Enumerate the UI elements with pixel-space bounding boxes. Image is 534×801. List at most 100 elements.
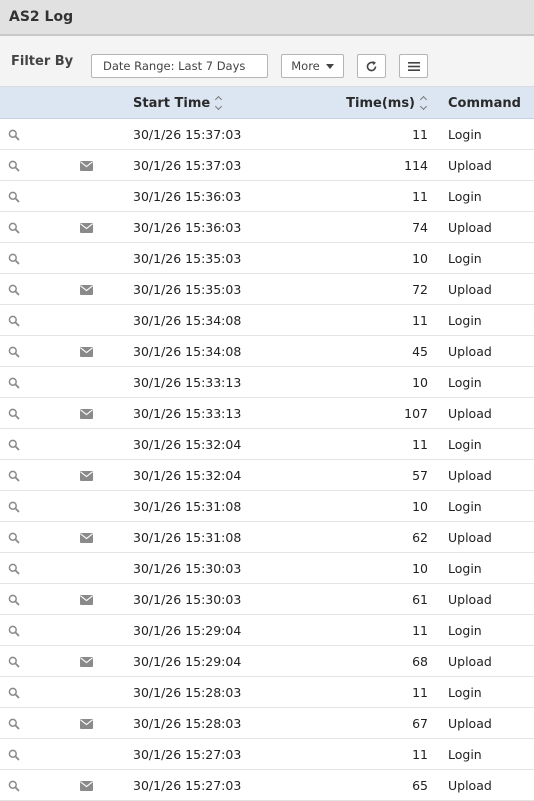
table-row[interactable]: 30/1/26 15:34:08 11 Login — [0, 305, 534, 336]
table-row[interactable]: 30/1/26 15:35:03 10 Login — [0, 243, 534, 274]
start-time-cell: 30/1/26 15:32:04 — [133, 437, 242, 452]
command-header-label: Command — [448, 95, 521, 111]
magnifier-icon[interactable] — [8, 770, 24, 801]
table-row[interactable]: 30/1/26 15:34:08 45 Upload — [0, 336, 534, 367]
column-header-command[interactable]: Command — [448, 87, 521, 119]
time-ms-cell: 74 — [412, 220, 428, 235]
magnifier-icon[interactable] — [8, 739, 24, 770]
table-row[interactable]: 30/1/26 15:32:04 57 Upload — [0, 460, 534, 491]
as2-log-table: Start Time Time(ms) Command 30/1/26 15:3… — [0, 87, 534, 801]
table-row[interactable]: 30/1/26 15:36:03 11 Login — [0, 181, 534, 212]
command-cell: Upload — [448, 344, 492, 359]
time-ms-cell: 65 — [412, 778, 428, 793]
table-row[interactable]: 30/1/26 15:35:03 72 Upload — [0, 274, 534, 305]
time-ms-cell: 11 — [412, 437, 428, 452]
refresh-icon — [365, 60, 378, 73]
magnifier-icon[interactable] — [8, 274, 24, 305]
time-ms-cell: 10 — [412, 561, 428, 576]
magnifier-icon[interactable] — [8, 243, 24, 274]
magnifier-icon[interactable] — [8, 522, 24, 553]
envelope-icon[interactable] — [80, 708, 96, 739]
more-dropdown-button[interactable]: More — [281, 54, 344, 78]
table-row[interactable]: 30/1/26 15:28:03 67 Upload — [0, 708, 534, 739]
time-ms-cell: 68 — [412, 654, 428, 669]
column-header-time-ms[interactable]: Time(ms) — [346, 87, 428, 119]
table-row[interactable]: 30/1/26 15:33:13 107 Upload — [0, 398, 534, 429]
start-time-cell: 30/1/26 15:32:04 — [133, 468, 242, 483]
command-cell: Login — [448, 747, 482, 762]
sort-icon — [419, 95, 428, 111]
magnifier-icon[interactable] — [8, 553, 24, 584]
table-row[interactable]: 30/1/26 15:30:03 61 Upload — [0, 584, 534, 615]
start-time-cell: 30/1/26 15:27:03 — [133, 747, 242, 762]
command-cell: Login — [448, 561, 482, 576]
start-time-cell: 30/1/26 15:33:13 — [133, 375, 242, 390]
envelope-icon[interactable] — [80, 274, 96, 305]
start-time-cell: 30/1/26 15:30:03 — [133, 561, 242, 576]
table-body: 30/1/26 15:37:03 11 Login 30/1/26 15:37:03 1… — [0, 119, 534, 801]
time-ms-cell: 67 — [412, 716, 428, 731]
table-row[interactable]: 30/1/26 15:37:03 114 Upload — [0, 150, 534, 181]
table-row[interactable]: 30/1/26 15:37:03 11 Login — [0, 119, 534, 150]
magnifier-icon[interactable] — [8, 119, 24, 150]
magnifier-icon[interactable] — [8, 367, 24, 398]
table-row[interactable]: 30/1/26 15:31:08 62 Upload — [0, 522, 534, 553]
title-bar: AS2 Log — [0, 0, 534, 36]
start-time-cell: 30/1/26 15:36:03 — [133, 220, 242, 235]
start-time-cell: 30/1/26 15:27:03 — [133, 778, 242, 793]
magnifier-icon[interactable] — [8, 150, 24, 181]
envelope-icon[interactable] — [80, 460, 96, 491]
magnifier-icon[interactable] — [8, 646, 24, 677]
command-cell: Login — [448, 251, 482, 266]
magnifier-icon[interactable] — [8, 677, 24, 708]
envelope-icon[interactable] — [80, 770, 96, 801]
magnifier-icon[interactable] — [8, 305, 24, 336]
envelope-icon[interactable] — [80, 212, 96, 243]
table-row[interactable]: 30/1/26 15:27:03 65 Upload — [0, 770, 534, 801]
magnifier-icon[interactable] — [8, 491, 24, 522]
date-range-label: Date Range: Last 7 Days — [103, 59, 246, 73]
table-header: Start Time Time(ms) Command — [0, 87, 534, 119]
magnifier-icon[interactable] — [8, 398, 24, 429]
magnifier-icon[interactable] — [8, 212, 24, 243]
command-cell: Upload — [448, 716, 492, 731]
command-cell: Login — [448, 313, 482, 328]
envelope-icon[interactable] — [80, 522, 96, 553]
magnifier-icon[interactable] — [8, 181, 24, 212]
envelope-icon[interactable] — [80, 398, 96, 429]
command-cell: Login — [448, 375, 482, 390]
start-time-cell: 30/1/26 15:37:03 — [133, 158, 242, 173]
magnifier-icon[interactable] — [8, 429, 24, 460]
table-row[interactable]: 30/1/26 15:36:03 74 Upload — [0, 212, 534, 243]
magnifier-icon[interactable] — [8, 615, 24, 646]
table-row[interactable]: 30/1/26 15:28:03 11 Login — [0, 677, 534, 708]
envelope-icon[interactable] — [80, 336, 96, 367]
date-range-button[interactable]: Date Range: Last 7 Days — [91, 54, 268, 78]
table-row[interactable]: 30/1/26 15:31:08 10 Login — [0, 491, 534, 522]
magnifier-icon[interactable] — [8, 584, 24, 615]
column-menu-button[interactable] — [399, 54, 428, 78]
table-row[interactable]: 30/1/26 15:29:04 68 Upload — [0, 646, 534, 677]
command-cell: Login — [448, 685, 482, 700]
start-time-cell: 30/1/26 15:37:03 — [133, 127, 242, 142]
envelope-icon[interactable] — [80, 150, 96, 181]
table-row[interactable]: 30/1/26 15:32:04 11 Login — [0, 429, 534, 460]
magnifier-icon[interactable] — [8, 336, 24, 367]
start-time-cell: 30/1/26 15:35:03 — [133, 282, 242, 297]
envelope-icon[interactable] — [80, 584, 96, 615]
start-time-cell: 30/1/26 15:34:08 — [133, 344, 242, 359]
table-row[interactable]: 30/1/26 15:29:04 11 Login — [0, 615, 534, 646]
command-cell: Login — [448, 623, 482, 638]
magnifier-icon[interactable] — [8, 460, 24, 491]
start-time-cell: 30/1/26 15:36:03 — [133, 189, 242, 204]
window-title: AS2 Log — [9, 9, 74, 25]
envelope-icon[interactable] — [80, 646, 96, 677]
table-row[interactable]: 30/1/26 15:33:13 10 Login — [0, 367, 534, 398]
more-label: More — [291, 59, 320, 73]
table-row[interactable]: 30/1/26 15:27:03 11 Login — [0, 739, 534, 770]
refresh-button[interactable] — [357, 54, 386, 78]
magnifier-icon[interactable] — [8, 708, 24, 739]
table-row[interactable]: 30/1/26 15:30:03 10 Login — [0, 553, 534, 584]
time-ms-cell: 11 — [412, 127, 428, 142]
column-header-start-time[interactable]: Start Time — [133, 87, 223, 119]
